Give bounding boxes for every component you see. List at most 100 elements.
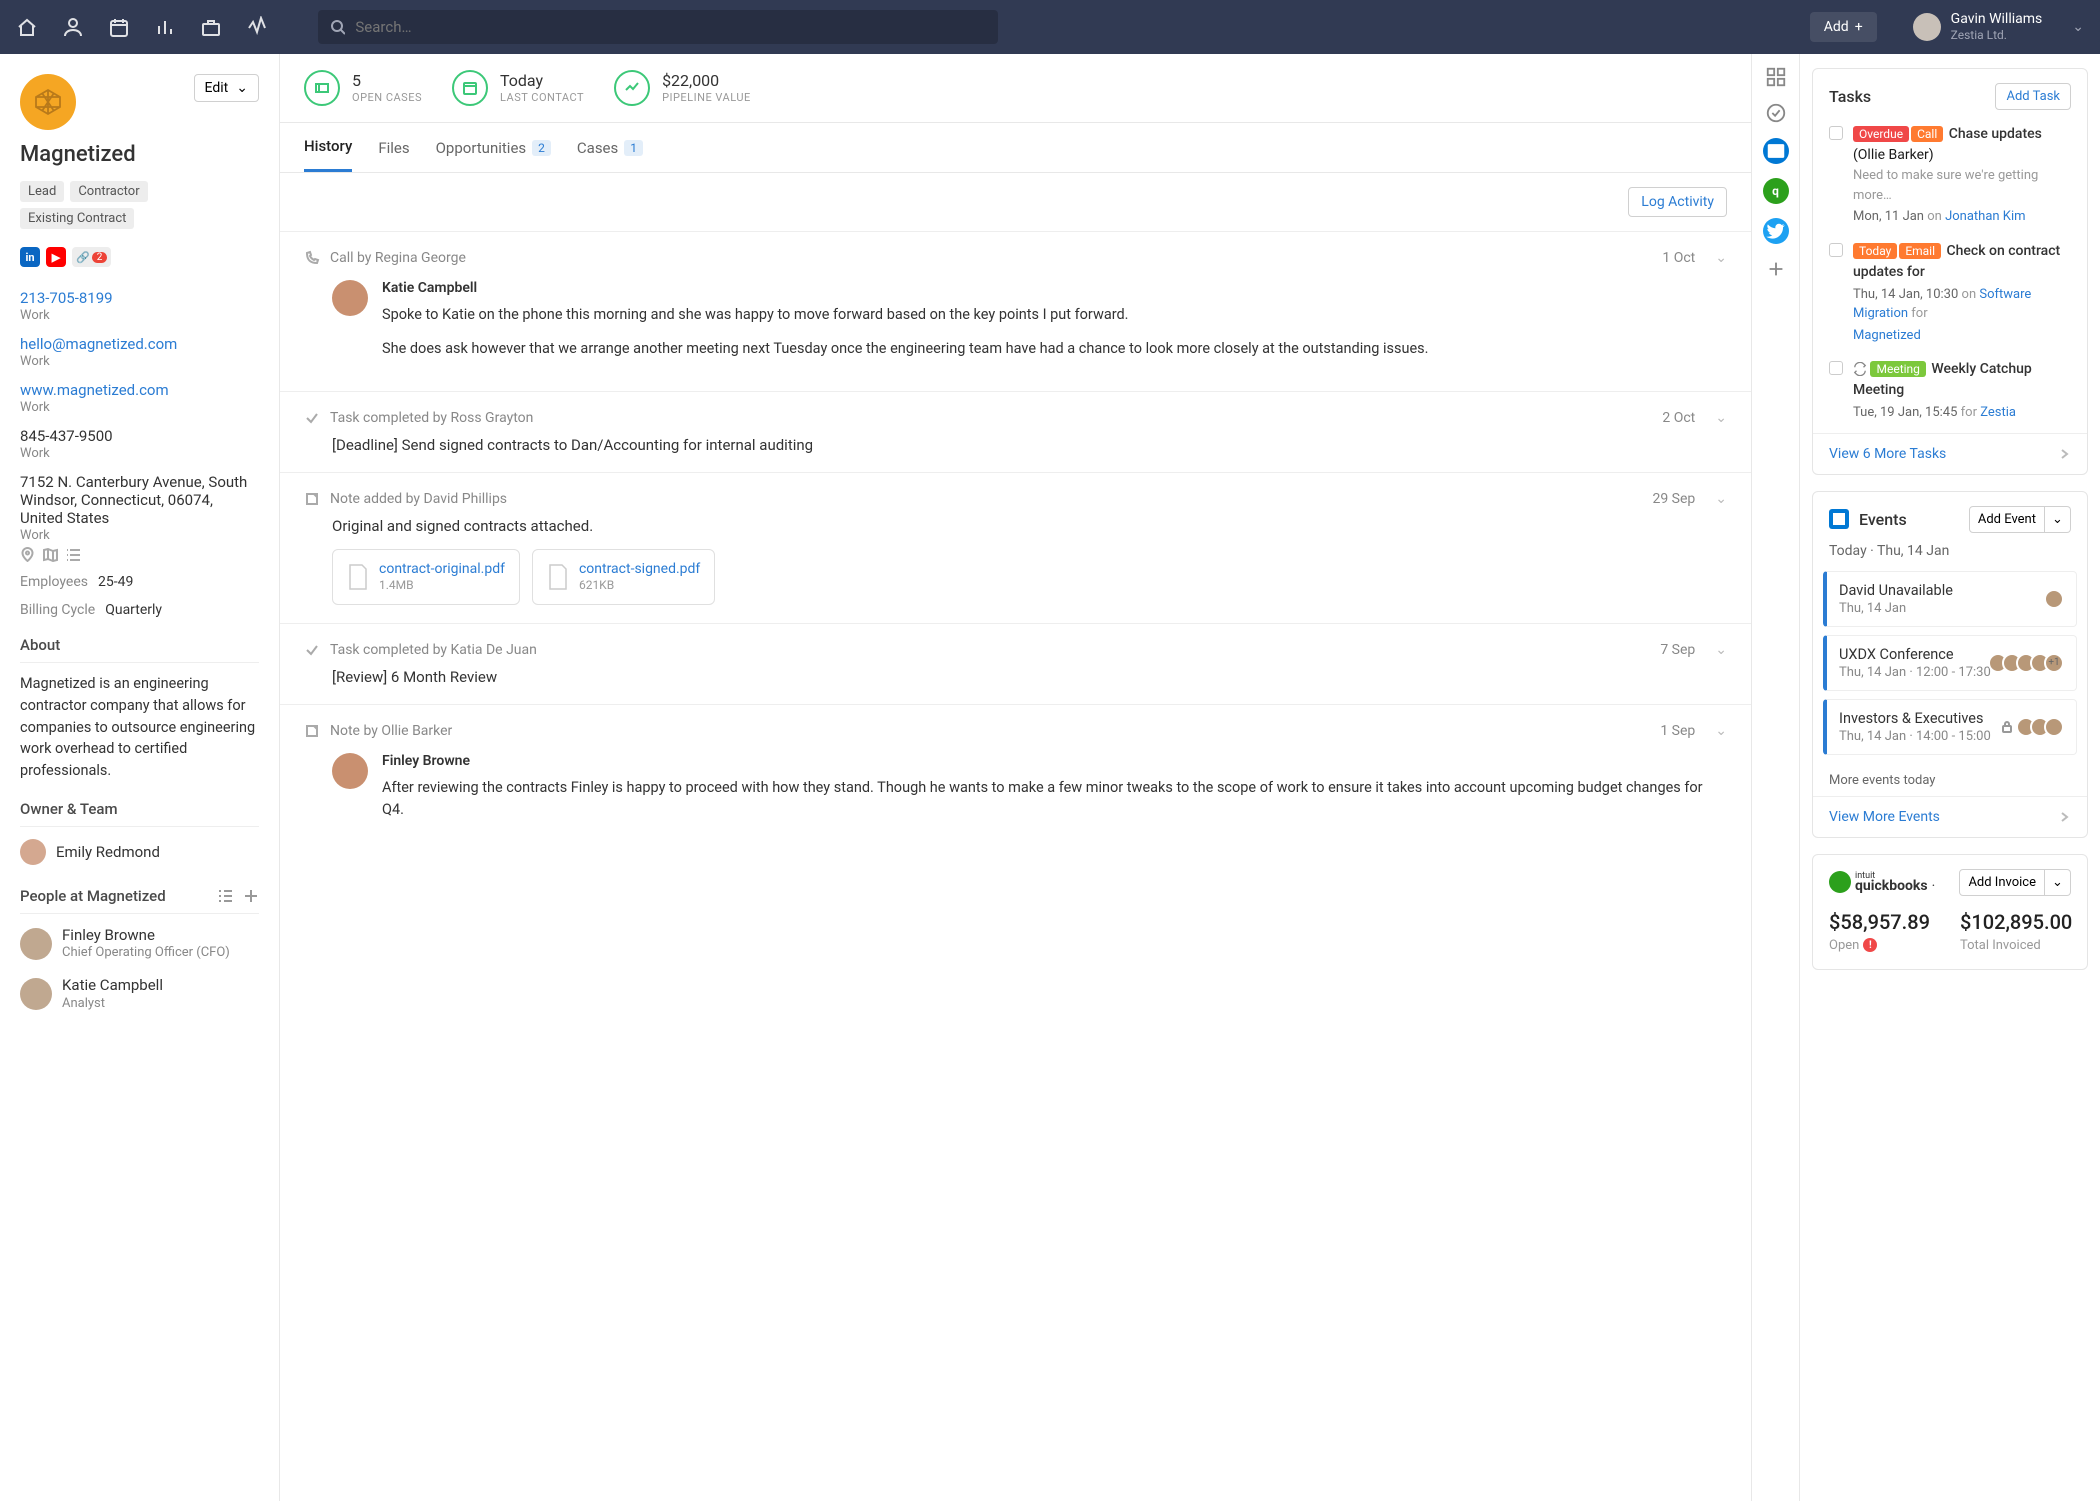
task-checkbox[interactable] [1829,243,1843,257]
feed-item: Note added by David Phillips29 Sep⌄Origi… [280,472,1751,623]
quickbooks-card: intuit quickbooks . Add Invoice⌄ $58,957… [1812,854,2088,970]
person-item[interactable]: Finley BrowneChief Operating Officer (CF… [20,926,259,962]
topbar: Add + Gavin Williams Zestia Ltd. ⌄ [0,0,2100,54]
contact-item: www.magnetized.comWork [20,381,259,415]
contact-item: hello@magnetized.comWork [20,335,259,369]
org-tags: Lead Contractor Existing Contract [20,181,259,229]
map-icon[interactable] [43,547,58,562]
linkedin-icon[interactable]: in [20,247,40,267]
task-checkbox[interactable] [1829,361,1843,375]
view-more-tasks[interactable]: View 6 More Tasks [1813,433,2087,474]
reports-icon[interactable] [154,16,176,38]
user-avatar [1913,13,1941,41]
quickbooks-icon[interactable]: q [1763,178,1789,204]
alert-icon: ! [1863,938,1877,952]
org-avatar [20,74,76,130]
list-icon[interactable] [66,547,81,562]
badge-email: Email [1899,243,1941,259]
about-heading: About [20,636,259,654]
topbar-nav-icons [16,16,268,38]
events-card: Events Add Event⌄ Today · Thu, 14 Jan Da… [1812,491,2088,838]
people-heading: People at Magnetized [20,887,166,905]
task-item: OverdueCall Chase updates (Ollie Barker)… [1829,124,2071,227]
owner-row[interactable]: Emily Redmond [20,839,259,865]
badge-overdue: Overdue [1853,126,1909,142]
search-input[interactable] [355,18,986,36]
chevron-down-icon[interactable]: ⌄ [1715,250,1727,266]
stat: 5Open Cases [304,70,422,106]
org-title: Magnetized [20,142,259,167]
outlook-icon[interactable] [1763,138,1789,164]
outlook-events-icon [1829,509,1849,529]
tab-cases[interactable]: Cases 1 [577,125,643,171]
chevron-down-icon[interactable]: ⌄ [1715,723,1727,739]
integrations-rail: q [1752,54,1800,1501]
pin-icon[interactable] [20,547,35,562]
tag[interactable]: Existing Contract [20,208,134,229]
stat: $22,000Pipeline Value [614,70,751,106]
person-avatar [20,928,52,960]
left-panel: Edit ⌄ Magnetized Lead Contractor Existing… [0,54,280,1501]
chevron-down-icon[interactable]: ⌄ [1715,410,1727,426]
add-task-button[interactable]: Add Task [1995,83,2071,110]
tasks-card: Tasks Add Task OverdueCall Chase updates… [1812,68,2088,475]
chevron-down-icon[interactable]: ⌄ [1715,642,1727,658]
address-actions [20,547,259,562]
add-integration-icon[interactable] [1765,258,1787,280]
add-event-button[interactable]: Add Event⌄ [1969,506,2071,533]
calendar-icon[interactable] [108,16,130,38]
person-icon[interactable] [62,16,84,38]
tab-files[interactable]: Files [378,125,409,171]
lock-icon [2000,720,2014,734]
contact-value: 845-437-9500 [20,427,259,445]
event-item[interactable]: David UnavailableThu, 14 Jan [1823,571,2077,627]
task-item: TodayEmail Check on contract updates for… [1829,241,2071,346]
apps-icon[interactable] [1765,66,1787,88]
task-checkbox[interactable] [1829,126,1843,140]
check-circle-icon[interactable] [1765,102,1787,124]
user-org: Zestia Ltd. [1951,28,2043,42]
tab-opportunities[interactable]: Opportunities 2 [436,125,551,171]
owner-heading: Owner & Team [20,800,259,818]
youtube-icon[interactable]: ▶ [46,247,66,267]
add-person-icon[interactable] [243,888,259,904]
activity-icon[interactable] [246,16,268,38]
about-text: Magnetized is an engineering contractor … [20,673,259,782]
feed-item: Task completed by Ross Grayton2 Oct⌄[Dea… [280,391,1751,472]
contact-value[interactable]: 213-705-8199 [20,289,259,307]
list-view-icon[interactable] [217,888,233,904]
event-item[interactable]: Investors & ExecutivesThu, 14 Jan · 14:0… [1823,699,2077,755]
search-icon [330,19,345,35]
feed-item: Call by Regina George1 Oct⌄Katie Campbel… [280,231,1751,391]
owner-avatar [20,839,46,865]
file-attachment[interactable]: contract-original.pdf1.4MB [332,549,520,605]
task-item: Meeting Weekly Catchup Meeting Tue, 19 J… [1829,359,2071,423]
badge-meeting: Meeting [1870,361,1925,377]
contact-value[interactable]: hello@magnetized.com [20,335,259,353]
contact-value: 7152 N. Canterbury Avenue, South Windsor… [20,473,259,527]
file-attachment[interactable]: contract-signed.pdf621KB [532,549,715,605]
search-box[interactable] [318,10,998,44]
link-icon[interactable]: 🔗2 [72,247,111,267]
tag[interactable]: Contractor [70,181,147,202]
view-more-events[interactable]: View More Events [1813,796,2087,837]
attendee-avatar [2044,717,2064,737]
main-panel: 5Open CasesTodayLast Contact$22,000Pipel… [280,54,1752,1501]
tag[interactable]: Lead [20,181,64,202]
contact-value[interactable]: www.magnetized.com [20,381,259,399]
briefcase-icon[interactable] [200,16,222,38]
tab-history[interactable]: History [304,123,352,172]
person-item[interactable]: Katie CampbellAnalyst [20,976,259,1012]
event-item[interactable]: UXDX ConferenceThu, 14 Jan · 12:00 - 17:… [1823,635,2077,691]
person-avatar [332,280,368,316]
log-activity-button[interactable]: Log Activity [1628,187,1727,217]
home-icon[interactable] [16,16,38,38]
contact-item: 7152 N. Canterbury Avenue, South Windsor… [20,473,259,543]
add-invoice-button[interactable]: Add Invoice⌄ [1959,869,2071,896]
add-button[interactable]: Add + [1810,12,1877,42]
twitter-icon[interactable] [1763,218,1789,244]
edit-button[interactable]: Edit ⌄ [194,74,259,102]
user-menu[interactable]: Gavin Williams Zestia Ltd. ⌄ [1913,11,2084,42]
chevron-down-icon[interactable]: ⌄ [1715,491,1727,507]
right-panel: Tasks Add Task OverdueCall Chase updates… [1800,54,2100,1501]
